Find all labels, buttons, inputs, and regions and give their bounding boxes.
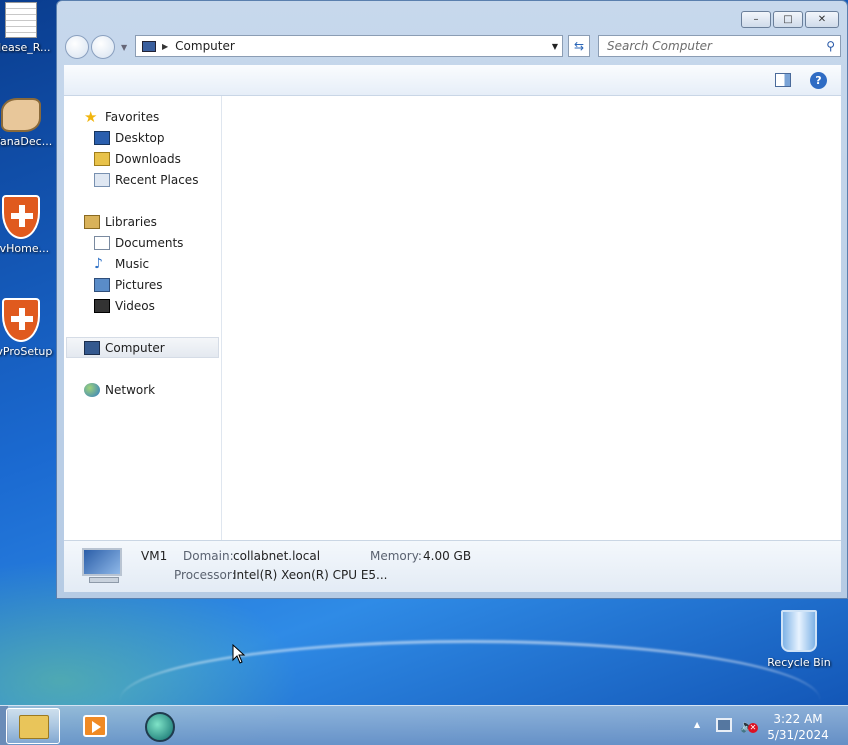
nav-label: Network bbox=[105, 382, 156, 397]
media-player-icon bbox=[83, 715, 107, 737]
libraries-icon bbox=[84, 214, 100, 229]
desktop-icon-label: WanaDec... bbox=[0, 135, 53, 148]
refresh-button[interactable]: ⇆ bbox=[568, 35, 590, 57]
nav-label: Recent Places bbox=[115, 172, 199, 187]
taskbar-app-button[interactable] bbox=[134, 708, 188, 744]
explorer-window: – □ ✕ ▼ ▶ Computer ▼ ⇆ ⚲ ? ★ Favorites D… bbox=[56, 0, 848, 599]
app-icon bbox=[145, 712, 175, 742]
system-clock[interactable]: 3:22 AM 5/31/2024 bbox=[760, 711, 836, 743]
text-document-icon bbox=[5, 2, 37, 38]
recent-places-icon bbox=[94, 172, 110, 187]
breadcrumb-computer[interactable]: Computer bbox=[175, 39, 235, 53]
computer-name: VM1 bbox=[141, 549, 168, 563]
navigation-pane: ★ Favorites Desktop Downloads Recent Pla… bbox=[64, 96, 222, 540]
nav-favorites[interactable]: ★ Favorites bbox=[64, 106, 221, 127]
desktop-icon-wanadecryptor[interactable]: WanaDec... bbox=[0, 98, 56, 148]
processor-label: Processor: bbox=[174, 568, 236, 582]
search-icon[interactable]: ⚲ bbox=[826, 39, 835, 53]
close-button[interactable]: ✕ bbox=[805, 11, 839, 28]
recycle-bin-icon bbox=[781, 610, 817, 652]
address-bar[interactable]: ▶ Computer ▼ bbox=[135, 35, 563, 57]
downloads-icon bbox=[94, 151, 110, 166]
taskbar: ▲ 🔈✕ 3:22 AM 5/31/2024 bbox=[0, 705, 848, 745]
preview-pane-icon[interactable] bbox=[775, 73, 791, 87]
help-icon[interactable]: ? bbox=[810, 72, 827, 89]
breadcrumb-arrow-icon[interactable]: ▶ bbox=[162, 42, 168, 51]
desktop-icon-recycle-bin[interactable]: Recycle Bin bbox=[763, 610, 835, 669]
handshake-icon bbox=[1, 98, 41, 132]
nav-pictures[interactable]: Pictures bbox=[64, 274, 221, 295]
nav-label: Favorites bbox=[105, 109, 160, 124]
command-bar: ? bbox=[64, 65, 841, 96]
nav-libraries[interactable]: Libraries bbox=[64, 211, 221, 232]
minimize-button[interactable]: – bbox=[741, 11, 771, 28]
star-icon: ★ bbox=[84, 107, 98, 126]
antivirus-shield-icon bbox=[2, 298, 40, 342]
nav-documents[interactable]: Documents bbox=[64, 232, 221, 253]
nav-recent-places[interactable]: Recent Places bbox=[64, 169, 221, 190]
desktop-icon-avprosetup[interactable]: avProSetup bbox=[0, 298, 56, 358]
caption-buttons: – □ ✕ bbox=[741, 11, 839, 28]
nav-label: Documents bbox=[115, 235, 184, 250]
desktop-icon-label: Recycle Bin bbox=[767, 656, 831, 669]
computer-icon bbox=[142, 40, 156, 52]
nav-videos[interactable]: Videos bbox=[64, 295, 221, 316]
nav-label: Pictures bbox=[115, 277, 163, 292]
back-button[interactable] bbox=[65, 35, 89, 59]
clock-date: 5/31/2024 bbox=[767, 728, 829, 742]
computer-icon bbox=[84, 340, 100, 355]
desktop-icon-please-readme[interactable]: Please_R... bbox=[0, 2, 56, 54]
recent-pages-dropdown[interactable]: ▼ bbox=[121, 43, 131, 52]
details-pane: VM1 Domain: collabnet.local Memory: 4.00… bbox=[64, 540, 841, 592]
network-tray-icon[interactable] bbox=[716, 718, 732, 732]
nav-label: Music bbox=[115, 256, 150, 271]
desktop-icon-avhome[interactable]: avHome... bbox=[0, 195, 56, 255]
nav-label: Computer bbox=[105, 340, 165, 355]
pictures-icon bbox=[94, 277, 110, 292]
desktop-icon-label: avHome... bbox=[0, 242, 50, 255]
taskbar-explorer-button[interactable] bbox=[6, 708, 60, 744]
computer-large-icon bbox=[82, 548, 126, 586]
nav-music[interactable]: ♪ Music bbox=[64, 253, 221, 274]
address-dropdown-icon[interactable]: ▼ bbox=[552, 42, 558, 51]
navigation-bar: ▼ ▶ Computer ▼ ⇆ ⚲ bbox=[65, 34, 841, 60]
nav-label: Downloads bbox=[115, 151, 181, 166]
network-icon bbox=[84, 382, 100, 397]
nav-label: Libraries bbox=[105, 214, 157, 229]
nav-computer[interactable]: Computer bbox=[66, 337, 219, 358]
nav-label: Desktop bbox=[115, 130, 165, 145]
file-list-area[interactable] bbox=[222, 96, 841, 540]
nav-desktop[interactable]: Desktop bbox=[64, 127, 221, 148]
search-input[interactable] bbox=[607, 39, 807, 53]
nav-network[interactable]: Network bbox=[64, 379, 221, 400]
music-icon: ♪ bbox=[94, 255, 103, 272]
search-box[interactable]: ⚲ bbox=[598, 35, 841, 57]
volume-muted-icon[interactable]: 🔈✕ bbox=[740, 719, 758, 733]
taskbar-media-player-button[interactable] bbox=[69, 708, 123, 744]
memory-value: 4.00 GB bbox=[423, 549, 472, 563]
desktop-icon-label: Please_R... bbox=[0, 41, 51, 54]
desktop-icon-label: avProSetup bbox=[0, 345, 53, 358]
videos-icon bbox=[94, 298, 110, 313]
forward-button[interactable] bbox=[91, 35, 115, 59]
desktop-icon bbox=[94, 130, 110, 145]
clock-time: 3:22 AM bbox=[773, 712, 823, 726]
folder-icon bbox=[19, 715, 49, 739]
nav-label: Videos bbox=[115, 298, 155, 313]
show-hidden-icons-icon[interactable]: ▲ bbox=[694, 720, 700, 729]
domain-label: Domain: bbox=[183, 549, 234, 563]
memory-label: Memory: bbox=[370, 549, 422, 563]
documents-icon bbox=[94, 235, 110, 250]
domain-value: collabnet.local bbox=[233, 549, 321, 563]
processor-value: Intel(R) Xeon(R) CPU E5... bbox=[233, 568, 388, 582]
maximize-button[interactable]: □ bbox=[773, 11, 803, 28]
nav-downloads[interactable]: Downloads bbox=[64, 148, 221, 169]
antivirus-shield-icon bbox=[2, 195, 40, 239]
